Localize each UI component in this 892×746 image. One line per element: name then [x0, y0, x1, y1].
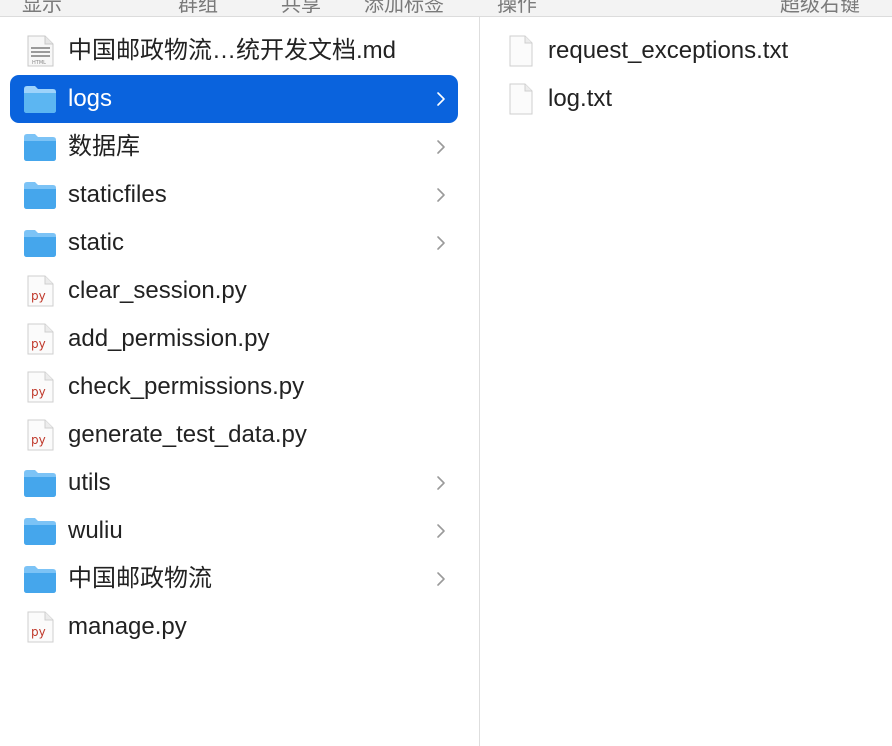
folder-row-china-post-logistics[interactable]: 中国邮政物流 — [10, 555, 458, 603]
toolbar-super-right-click-button[interactable]: 超级右键 — [780, 0, 860, 16]
chevron-right-icon — [437, 188, 445, 202]
folder-icon — [24, 134, 56, 161]
python-file-icon: py — [27, 371, 54, 403]
text-file-icon — [509, 35, 533, 67]
folder-row-staticfiles[interactable]: staticfiles — [10, 171, 458, 219]
folder-icon — [24, 86, 56, 113]
folder-name: wuliu — [68, 517, 123, 544]
folder-name: 数据库 — [68, 133, 140, 160]
folder-row-database[interactable]: 数据库 — [10, 123, 458, 171]
file-row-manage[interactable]: py manage.py — [10, 603, 458, 651]
python-file-icon: py — [27, 323, 54, 355]
file-name: add_permission.py — [68, 325, 270, 352]
toolbar-group-button[interactable]: 群组 — [178, 0, 218, 16]
file-name: manage.py — [68, 613, 187, 640]
python-file-icon: py — [27, 275, 54, 307]
folder-icon — [24, 230, 56, 257]
toolbar-view-button[interactable]: 显示 — [22, 0, 62, 16]
folder-name: staticfiles — [68, 181, 167, 208]
text-file-icon — [509, 83, 533, 115]
toolbar-action-button[interactable]: 操作 — [497, 0, 537, 16]
toolbar-add-tag-button[interactable]: 添加标签 — [364, 0, 444, 16]
file-row-md-document[interactable]: HTML 中国邮政物流…统开发文档.md — [10, 27, 458, 75]
folder-row-utils[interactable]: utils — [10, 459, 458, 507]
svg-text:HTML: HTML — [32, 60, 46, 66]
file-name: log.txt — [548, 85, 613, 112]
right-column[interactable]: request_exceptions.txt log.txt — [480, 17, 892, 746]
folder-icon — [24, 518, 56, 545]
svg-text:py: py — [31, 337, 46, 351]
chevron-right-icon — [437, 236, 445, 250]
folder-name: 中国邮政物流 — [68, 565, 212, 592]
toolbar-share-button[interactable]: 共享 — [281, 0, 321, 16]
file-name: request_exceptions.txt — [548, 37, 789, 64]
folder-name: utils — [68, 469, 111, 496]
folder-icon — [24, 182, 56, 209]
chevron-right-icon — [437, 92, 445, 106]
chevron-right-icon — [437, 140, 445, 154]
file-row-generate-test-data[interactable]: py generate_test_data.py — [10, 411, 458, 459]
folder-icon — [24, 566, 56, 593]
svg-text:py: py — [31, 433, 46, 447]
python-file-icon: py — [27, 611, 54, 643]
chevron-right-icon — [437, 572, 445, 586]
file-row-request-exceptions[interactable]: request_exceptions.txt — [490, 27, 890, 75]
folder-row-logs[interactable]: logs — [10, 75, 458, 123]
file-name: 中国邮政物流…统开发文档.md — [68, 37, 397, 64]
folder-name: logs — [68, 85, 113, 112]
folder-row-static[interactable]: static — [10, 219, 458, 267]
toolbar: 显示 群组 共享 添加标签 操作 超级右键 — [0, 0, 892, 17]
folder-icon — [24, 470, 56, 497]
svg-text:py: py — [31, 289, 46, 303]
file-name: clear_session.py — [68, 277, 247, 304]
folder-name: static — [68, 229, 125, 256]
file-row-check-permissions[interactable]: py check_permissions.py — [10, 363, 458, 411]
file-name: generate_test_data.py — [68, 421, 307, 448]
svg-text:py: py — [31, 385, 46, 399]
file-row-add-permission[interactable]: py add_permission.py — [10, 315, 458, 363]
folder-row-wuliu[interactable]: wuliu — [10, 507, 458, 555]
chevron-right-icon — [437, 476, 445, 490]
svg-text:py: py — [31, 625, 46, 639]
file-row-clear-session[interactable]: py clear_session.py — [10, 267, 458, 315]
chevron-right-icon — [437, 524, 445, 538]
file-name: check_permissions.py — [68, 373, 305, 400]
file-row-log[interactable]: log.txt — [490, 75, 890, 123]
python-file-icon: py — [27, 419, 54, 451]
finder-window: 显示 群组 共享 添加标签 操作 超级右键 HTML 中国邮政物流…统开发文档.… — [0, 0, 892, 746]
html-document-icon: HTML — [27, 35, 54, 67]
left-column[interactable]: HTML 中国邮政物流…统开发文档.md logs 数据库 staticfile… — [0, 17, 479, 746]
